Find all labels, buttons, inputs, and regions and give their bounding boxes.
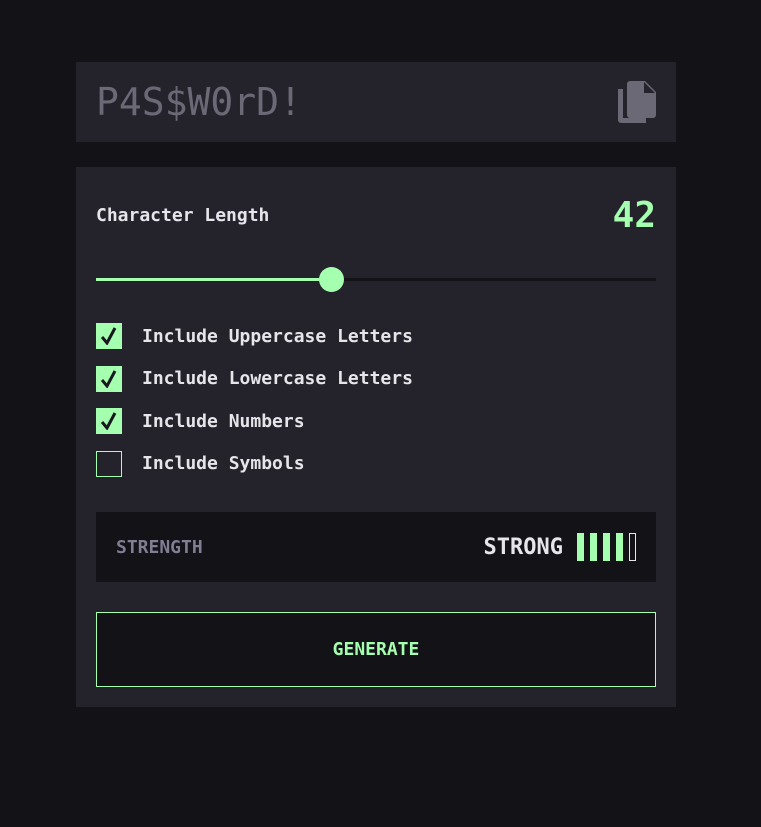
option-lowercase[interactable]: Include Lowercase Letters bbox=[96, 365, 413, 392]
strength-bar bbox=[616, 533, 623, 561]
check-icon bbox=[101, 412, 117, 430]
length-row: Character Length 42 bbox=[96, 192, 656, 238]
strength-bar bbox=[629, 533, 636, 561]
generate-label: GENERATE bbox=[332, 639, 420, 660]
option-label: Include Uppercase Letters bbox=[142, 325, 413, 347]
option-label: Include Symbols bbox=[142, 453, 305, 474]
strength-bar bbox=[577, 533, 584, 561]
strength-bars bbox=[577, 533, 636, 561]
generate-button[interactable]: GENERATE bbox=[96, 612, 656, 687]
symbols-checkbox[interactable] bbox=[96, 450, 122, 477]
option-label: Include Numbers bbox=[142, 410, 305, 432]
numbers-checkbox[interactable] bbox=[96, 408, 122, 434]
options-list: Include Uppercase Letters Include Lowerc… bbox=[96, 323, 413, 493]
strength-indicator: STRONG bbox=[484, 533, 636, 561]
password-text: P4S$W0rD! bbox=[96, 80, 302, 124]
option-numbers[interactable]: Include Numbers bbox=[96, 408, 413, 434]
strength-value: STRONG bbox=[483, 534, 563, 560]
option-label: Include Lowercase Letters bbox=[142, 368, 413, 389]
option-symbols[interactable]: Include Symbols bbox=[96, 450, 413, 477]
check-icon bbox=[101, 369, 117, 388]
lowercase-checkbox[interactable] bbox=[96, 365, 122, 392]
strength-meter: STRENGTH STRONG bbox=[96, 512, 656, 582]
character-length-value: 42 bbox=[612, 194, 656, 236]
settings-panel: Character Length 42 Include Uppercase Le… bbox=[76, 167, 676, 707]
strength-bar bbox=[603, 533, 610, 561]
uppercase-checkbox[interactable] bbox=[96, 323, 122, 349]
password-display: P4S$W0rD! bbox=[76, 62, 676, 142]
strength-label: STRENGTH bbox=[116, 536, 203, 558]
copy-icon[interactable] bbox=[618, 81, 656, 123]
character-length-slider[interactable] bbox=[96, 266, 656, 294]
character-length-label: Character Length bbox=[96, 204, 270, 226]
strength-bar bbox=[590, 533, 597, 561]
slider-thumb[interactable] bbox=[319, 267, 345, 292]
option-uppercase[interactable]: Include Uppercase Letters bbox=[96, 323, 413, 349]
check-icon bbox=[101, 327, 117, 345]
slider-fill bbox=[96, 278, 332, 281]
